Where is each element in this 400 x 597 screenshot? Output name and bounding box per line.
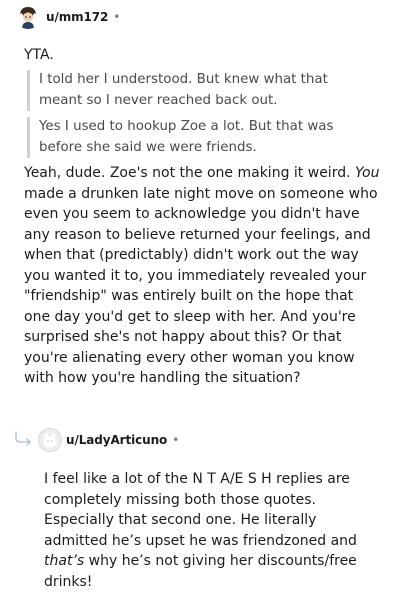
blockquote: I told her I understood. But knew what t… bbox=[27, 70, 345, 111]
emphasis-text: You bbox=[355, 165, 380, 181]
reply-arrow-icon bbox=[14, 430, 34, 450]
comment-body: I feel like a lot of the N T A/E S H rep… bbox=[44, 469, 382, 592]
blockquote: Yes I used to hookup Zoe a lot. But that… bbox=[27, 117, 345, 158]
username[interactable]: u/LadyArticuno bbox=[66, 433, 167, 447]
username[interactable]: u/mm172 bbox=[46, 10, 108, 24]
user-avatar-icon[interactable] bbox=[16, 5, 40, 29]
emphasis-text: that’s bbox=[44, 553, 85, 569]
comment-header: u/mm172 • bbox=[16, 5, 120, 29]
default-avatar-icon[interactable] bbox=[38, 428, 62, 452]
separator-dot: • bbox=[113, 10, 121, 24]
quote-text: I told her I understood. But knew what t… bbox=[39, 72, 328, 108]
comment-text: made a drunken late night move on someon… bbox=[24, 185, 378, 387]
comment-header: u/LadyArticuno • bbox=[38, 428, 179, 452]
comment-text: I feel like a lot of the N T A/E S H rep… bbox=[44, 471, 357, 549]
comment-body: Yeah, dude. Zoe's not the one making it … bbox=[24, 163, 380, 389]
comment-text: Yeah, dude. Zoe's not the one making it … bbox=[24, 165, 355, 181]
quote-text: Yes I used to hookup Zoe a lot. But that… bbox=[39, 119, 334, 155]
comment-text: why he’s not giving her discounts/free d… bbox=[44, 553, 357, 590]
verdict-text: YTA. bbox=[24, 47, 54, 63]
separator-dot: • bbox=[172, 433, 180, 447]
